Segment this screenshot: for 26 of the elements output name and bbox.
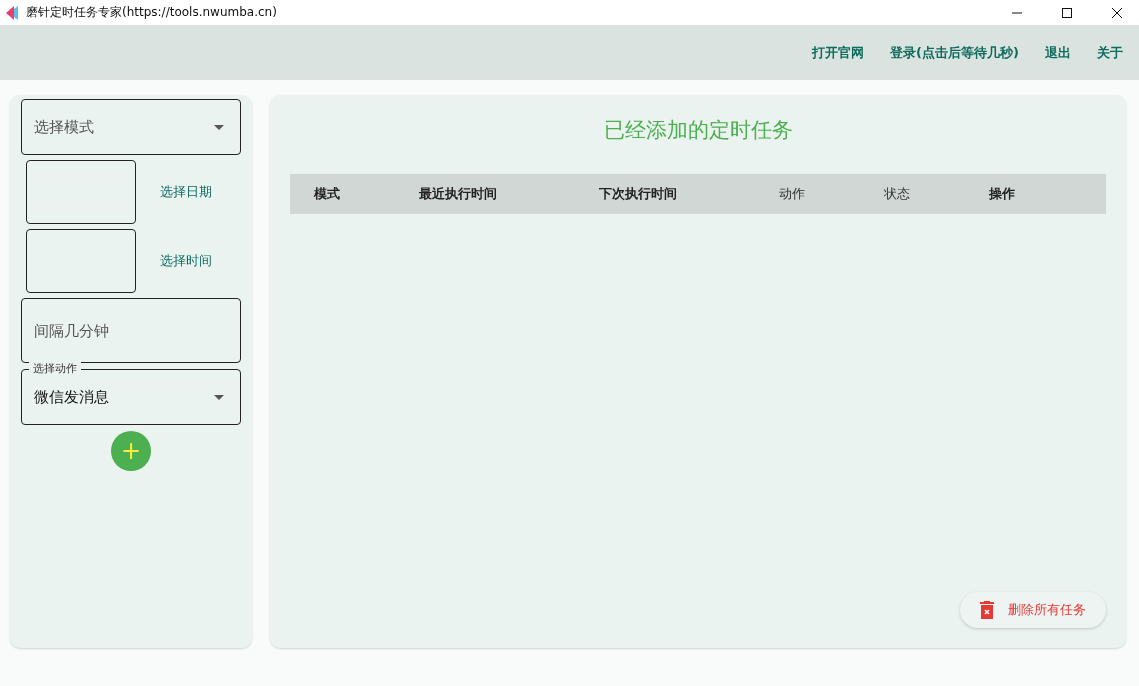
toolbar-link[interactable]: 登录(点击后等待几秒): [878, 37, 1031, 68]
toolbar-link[interactable]: 退出: [1033, 37, 1083, 68]
maximize-icon[interactable]: [1061, 6, 1073, 19]
select-date-link[interactable]: 选择日期: [156, 179, 216, 205]
date-field[interactable]: [26, 160, 136, 224]
column-header: 状态: [884, 185, 911, 203]
field-label: 选择动作: [29, 361, 81, 376]
trash-icon: [980, 601, 994, 619]
delete-all-button[interactable]: 删除所有任务: [960, 592, 1106, 628]
interval-field[interactable]: 间隔几分钟: [21, 298, 241, 363]
toolbar-link[interactable]: 关于: [1085, 37, 1135, 68]
toolbar-link[interactable]: 打开官网: [800, 37, 877, 68]
time-field[interactable]: [26, 229, 136, 293]
column-header: 最近执行时间: [419, 185, 498, 203]
close-icon[interactable]: [1111, 6, 1123, 19]
column-header: 下次执行时间: [599, 185, 678, 203]
window-title: 磨针定时任务专家(https://tools.nwumba.cn): [26, 4, 277, 21]
dropdown-caret-icon: [214, 394, 224, 400]
app-logo-icon: [6, 5, 18, 20]
tasks-title: 已经添加的定时任务: [603, 117, 793, 144]
dropdown-caret-icon: [214, 124, 224, 130]
select-time-link[interactable]: 选择时间: [156, 248, 216, 274]
column-header: 模式: [314, 185, 341, 203]
column-header: 动作: [779, 185, 806, 203]
mode-select[interactable]: 选择模式: [21, 99, 241, 155]
column-header: 操作: [989, 185, 1016, 203]
